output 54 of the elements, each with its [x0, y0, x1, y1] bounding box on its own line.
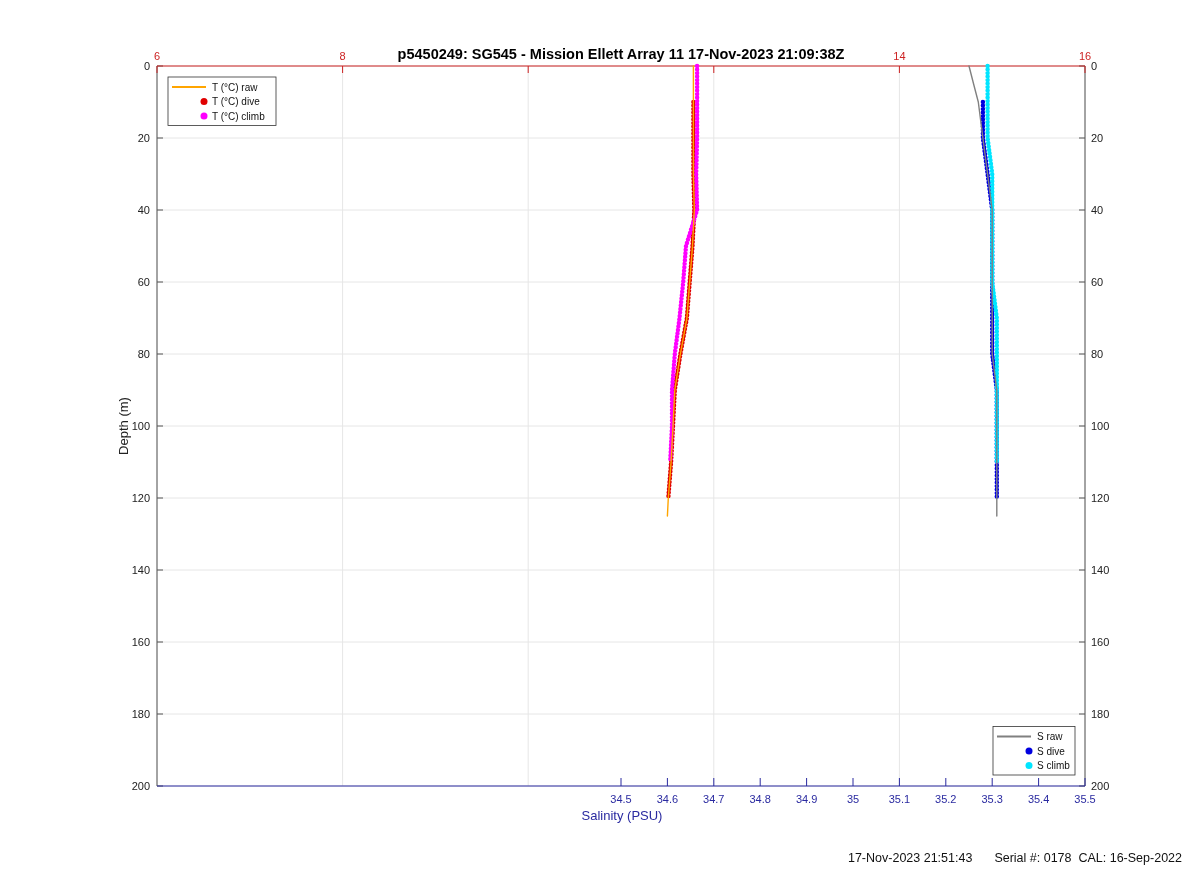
- tick-label: 34.9: [795, 793, 818, 805]
- timestamp-text: 17-Nov-2023 21:51:43: [847, 851, 973, 865]
- tick-label: 100: [1091, 420, 1110, 432]
- tick-label: 16: [1078, 50, 1092, 62]
- tick-label: 120: [131, 492, 150, 504]
- tick-label: 160: [1091, 636, 1110, 648]
- tick-label: 0: [1091, 60, 1098, 72]
- legend-label: T (°C) raw: [212, 81, 258, 93]
- legend-label: S dive: [1037, 745, 1065, 757]
- tick-label: 180: [131, 708, 150, 720]
- legend-line: [171, 86, 207, 88]
- tick-label: 34.5: [610, 793, 632, 805]
- tick-label: 34.8: [749, 793, 771, 805]
- calibration-text: Serial #: 0178 CAL: 16-Sep-2022: [994, 851, 1182, 865]
- tick-label: 35.3: [981, 793, 1003, 805]
- tick-label: 14: [893, 50, 906, 62]
- tick-label: 6: [153, 50, 161, 62]
- tick-label: 35.1: [888, 793, 911, 805]
- tick-label: 34.6: [656, 793, 679, 805]
- legend-line: [996, 735, 1032, 738]
- tick-label: 40: [1091, 204, 1104, 216]
- tick-label: 35.4: [1027, 793, 1050, 805]
- tick-label: 200: [1091, 780, 1110, 792]
- tick-label: 35.2: [935, 793, 957, 805]
- tick-label: 35: [846, 793, 860, 805]
- legend-label: S climb: [1037, 760, 1070, 771]
- tick-label: 180: [1091, 708, 1110, 720]
- tick-label: 60: [137, 276, 150, 288]
- tick-label: 8: [339, 50, 346, 62]
- legend-marker: [200, 112, 208, 120]
- tick-label: 40: [137, 204, 150, 216]
- tick-label: 20: [1091, 132, 1104, 144]
- axis-label: Depth (m): [116, 397, 131, 455]
- tick-label: 140: [1091, 564, 1110, 576]
- legend-marker: [200, 98, 208, 105]
- legend-marker: [1025, 747, 1033, 755]
- tick-label: 35.5: [1074, 793, 1096, 805]
- tick-label: 200: [131, 780, 150, 792]
- tick-label: 34.7: [703, 793, 725, 805]
- legend-label: T (°C) climb: [212, 110, 265, 122]
- tick-label: 80: [1091, 348, 1104, 360]
- chart-title: p5450249: SG545 - Mission Ellett Array 11 17-Nov-2023 21:09:38Z: [397, 46, 845, 62]
- legend-marker: [1025, 762, 1033, 769]
- tick-label: 0: [143, 60, 150, 72]
- legend-label: S raw: [1037, 731, 1063, 742]
- tick-label: 140: [131, 564, 150, 576]
- tick-label: 80: [137, 348, 150, 360]
- axis-label: Salinity (PSU): [581, 808, 663, 823]
- tick-label: 60: [1091, 276, 1104, 288]
- tick-label: 20: [137, 132, 150, 144]
- tick-label: 100: [131, 420, 150, 432]
- legend-label: T (°C) dive: [212, 96, 260, 107]
- tick-label: 120: [1091, 492, 1110, 504]
- tick-label: 160: [131, 636, 150, 648]
